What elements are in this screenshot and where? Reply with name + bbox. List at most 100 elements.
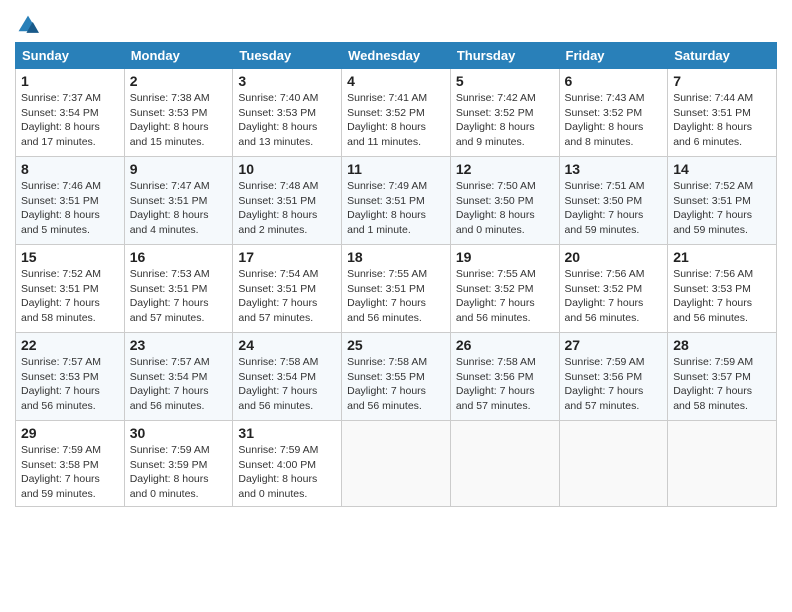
calendar-cell: 16 Sunrise: 7:53 AMSunset: 3:51 PMDayligh… — [124, 245, 233, 333]
calendar-cell: 10 Sunrise: 7:48 AMSunset: 3:51 PMDayligh… — [233, 157, 342, 245]
day-info: Sunrise: 7:48 AMSunset: 3:51 PMDaylight:… — [238, 179, 336, 238]
day-info: Sunrise: 7:57 AMSunset: 3:53 PMDaylight:… — [21, 355, 119, 414]
day-info: Sunrise: 7:43 AMSunset: 3:52 PMDaylight:… — [565, 91, 663, 150]
day-number: 21 — [673, 249, 771, 265]
weekday-header-monday: Monday — [124, 43, 233, 69]
day-number: 26 — [456, 337, 554, 353]
day-number: 11 — [347, 161, 445, 177]
day-info: Sunrise: 7:56 AMSunset: 3:53 PMDaylight:… — [673, 267, 771, 326]
day-number: 5 — [456, 73, 554, 89]
calendar-cell — [450, 421, 559, 507]
day-number: 23 — [130, 337, 228, 353]
day-info: Sunrise: 7:59 AMSunset: 3:56 PMDaylight:… — [565, 355, 663, 414]
day-info: Sunrise: 7:55 AMSunset: 3:52 PMDaylight:… — [456, 267, 554, 326]
calendar-cell: 25 Sunrise: 7:58 AMSunset: 3:55 PMDayligh… — [342, 333, 451, 421]
calendar-cell: 29 Sunrise: 7:59 AMSunset: 3:58 PMDayligh… — [16, 421, 125, 507]
calendar-cell: 22 Sunrise: 7:57 AMSunset: 3:53 PMDayligh… — [16, 333, 125, 421]
calendar-cell: 28 Sunrise: 7:59 AMSunset: 3:57 PMDayligh… — [668, 333, 777, 421]
calendar-cell: 5 Sunrise: 7:42 AMSunset: 3:52 PMDaylight… — [450, 69, 559, 157]
calendar-cell — [342, 421, 451, 507]
calendar-cell: 2Sunrise: 7:38 AMSunset: 3:53 PMDaylight… — [124, 69, 233, 157]
calendar-cell: 31 Sunrise: 7:59 AMSunset: 4:00 PMDayligh… — [233, 421, 342, 507]
calendar-cell: 24 Sunrise: 7:58 AMSunset: 3:54 PMDayligh… — [233, 333, 342, 421]
day-number: 10 — [238, 161, 336, 177]
calendar-cell: 11 Sunrise: 7:49 AMSunset: 3:51 PMDayligh… — [342, 157, 451, 245]
week-row-4: 22 Sunrise: 7:57 AMSunset: 3:53 PMDayligh… — [16, 333, 777, 421]
day-info: Sunrise: 7:42 AMSunset: 3:52 PMDaylight:… — [456, 91, 554, 150]
day-number: 4 — [347, 73, 445, 89]
calendar-cell: 13 Sunrise: 7:51 AMSunset: 3:50 PMDayligh… — [559, 157, 668, 245]
weekday-header-thursday: Thursday — [450, 43, 559, 69]
calendar-table: SundayMondayTuesdayWednesdayThursdayFrid… — [15, 42, 777, 507]
weekday-header-wednesday: Wednesday — [342, 43, 451, 69]
day-number: 19 — [456, 249, 554, 265]
day-info: Sunrise: 7:47 AMSunset: 3:51 PMDaylight:… — [130, 179, 228, 238]
day-number: 6 — [565, 73, 663, 89]
day-info: Sunrise: 7:49 AMSunset: 3:51 PMDaylight:… — [347, 179, 445, 238]
day-info: Sunrise: 7:59 AMSunset: 4:00 PMDaylight:… — [238, 443, 336, 502]
calendar-cell: 4Sunrise: 7:41 AMSunset: 3:52 PMDaylight… — [342, 69, 451, 157]
week-row-1: 1 Sunrise: 7:37 AMSunset: 3:54 PMDaylight… — [16, 69, 777, 157]
day-info: Sunrise: 7:40 AMSunset: 3:53 PMDaylight:… — [238, 91, 336, 150]
day-number: 17 — [238, 249, 336, 265]
day-info: Sunrise: 7:58 AMSunset: 3:54 PMDaylight:… — [238, 355, 336, 414]
day-number: 22 — [21, 337, 119, 353]
week-row-2: 8 Sunrise: 7:46 AMSunset: 3:51 PMDaylight… — [16, 157, 777, 245]
calendar-cell: 15Sunrise: 7:52 AMSunset: 3:51 PMDayligh… — [16, 245, 125, 333]
day-info: Sunrise: 7:37 AMSunset: 3:54 PMDaylight:… — [21, 91, 119, 150]
day-number: 28 — [673, 337, 771, 353]
calendar-cell: 30Sunrise: 7:59 AMSunset: 3:59 PMDayligh… — [124, 421, 233, 507]
calendar-cell: 21 Sunrise: 7:56 AMSunset: 3:53 PMDayligh… — [668, 245, 777, 333]
day-number: 12 — [456, 161, 554, 177]
calendar-cell: 9 Sunrise: 7:47 AMSunset: 3:51 PMDaylight… — [124, 157, 233, 245]
calendar-cell: 12 Sunrise: 7:50 AMSunset: 3:50 PMDayligh… — [450, 157, 559, 245]
day-number: 7 — [673, 73, 771, 89]
calendar-cell: 23 Sunrise: 7:57 AMSunset: 3:54 PMDayligh… — [124, 333, 233, 421]
calendar-cell: 19 Sunrise: 7:55 AMSunset: 3:52 PMDayligh… — [450, 245, 559, 333]
calendar-cell: 8 Sunrise: 7:46 AMSunset: 3:51 PMDaylight… — [16, 157, 125, 245]
calendar-cell: 6 Sunrise: 7:43 AMSunset: 3:52 PMDaylight… — [559, 69, 668, 157]
day-info: Sunrise: 7:59 AMSunset: 3:58 PMDaylight:… — [21, 443, 119, 502]
day-info: Sunrise: 7:46 AMSunset: 3:51 PMDaylight:… — [21, 179, 119, 238]
day-info: Sunrise: 7:51 AMSunset: 3:50 PMDaylight:… — [565, 179, 663, 238]
calendar-cell: 27 Sunrise: 7:59 AMSunset: 3:56 PMDayligh… — [559, 333, 668, 421]
day-number: 24 — [238, 337, 336, 353]
day-number: 27 — [565, 337, 663, 353]
header — [15, 10, 777, 36]
calendar-cell: 7 Sunrise: 7:44 AMSunset: 3:51 PMDaylight… — [668, 69, 777, 157]
day-number: 9 — [130, 161, 228, 177]
day-info: Sunrise: 7:50 AMSunset: 3:50 PMDaylight:… — [456, 179, 554, 238]
day-info: Sunrise: 7:53 AMSunset: 3:51 PMDaylight:… — [130, 267, 228, 326]
page-container: SundayMondayTuesdayWednesdayThursdayFrid… — [0, 0, 792, 517]
calendar-cell — [559, 421, 668, 507]
day-number: 1 — [21, 73, 119, 89]
day-info: Sunrise: 7:57 AMSunset: 3:54 PMDaylight:… — [130, 355, 228, 414]
week-row-3: 15Sunrise: 7:52 AMSunset: 3:51 PMDayligh… — [16, 245, 777, 333]
day-info: Sunrise: 7:55 AMSunset: 3:51 PMDaylight:… — [347, 267, 445, 326]
day-info: Sunrise: 7:52 AMSunset: 3:51 PMDaylight:… — [21, 267, 119, 326]
calendar-cell — [668, 421, 777, 507]
day-info: Sunrise: 7:58 AMSunset: 3:55 PMDaylight:… — [347, 355, 445, 414]
day-number: 31 — [238, 425, 336, 441]
day-number: 8 — [21, 161, 119, 177]
day-number: 16 — [130, 249, 228, 265]
day-info: Sunrise: 7:44 AMSunset: 3:51 PMDaylight:… — [673, 91, 771, 150]
day-info: Sunrise: 7:56 AMSunset: 3:52 PMDaylight:… — [565, 267, 663, 326]
day-number: 3 — [238, 73, 336, 89]
day-info: Sunrise: 7:38 AMSunset: 3:53 PMDaylight:… — [130, 91, 228, 150]
weekday-header-saturday: Saturday — [668, 43, 777, 69]
day-info: Sunrise: 7:52 AMSunset: 3:51 PMDaylight:… — [673, 179, 771, 238]
week-row-5: 29 Sunrise: 7:59 AMSunset: 3:58 PMDayligh… — [16, 421, 777, 507]
day-info: Sunrise: 7:59 AMSunset: 3:57 PMDaylight:… — [673, 355, 771, 414]
day-number: 13 — [565, 161, 663, 177]
day-number: 30 — [130, 425, 228, 441]
calendar-cell: 3 Sunrise: 7:40 AMSunset: 3:53 PMDaylight… — [233, 69, 342, 157]
day-number: 14 — [673, 161, 771, 177]
day-number: 29 — [21, 425, 119, 441]
day-number: 18 — [347, 249, 445, 265]
calendar-cell: 26Sunrise: 7:58 AMSunset: 3:56 PMDayligh… — [450, 333, 559, 421]
day-number: 20 — [565, 249, 663, 265]
day-info: Sunrise: 7:54 AMSunset: 3:51 PMDaylight:… — [238, 267, 336, 326]
day-number: 25 — [347, 337, 445, 353]
weekday-header-sunday: Sunday — [16, 43, 125, 69]
